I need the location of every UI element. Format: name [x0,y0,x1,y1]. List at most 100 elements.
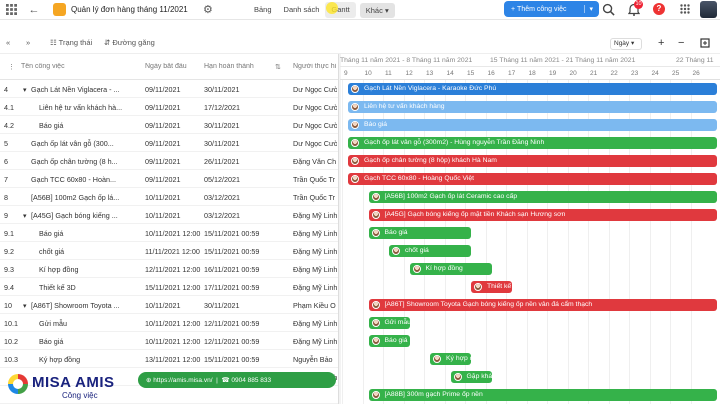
task-row[interactable]: 9.1 Báo giá 10/11/2021 12:00 15/11/2021 00:… [0,224,340,242]
gantt-task-bar[interactable]: Báo giá [368,335,410,347]
gantt-task-bar[interactable]: [A86T] Showroom Toyota Gạch bóng kiếng ố… [368,299,717,311]
day-label: 24 [651,70,659,77]
gantt-chart: Tháng 11 năm 2021 - 8 Tháng 11 năm 2021 1… [340,54,720,404]
gantt-bar-label: Gạch Lát Nền Viglacera - Karaoke Đức Phú [364,85,497,92]
task-id: 9.2 [4,247,14,256]
gantt-task-bar[interactable]: Gạch Lát Nền Viglacera - Karaoke Đức Phú [348,83,717,95]
assignee-avatar [351,157,359,165]
collapse-caret-icon[interactable]: ▾ [23,85,27,94]
fullscreen-icon[interactable] [700,38,710,48]
zoom-in-icon[interactable]: + [658,37,664,49]
task-owner: Đặng Mỹ Linh [293,247,337,256]
task-row[interactable]: 9.3 Kí hợp đồng 12/11/2021 12:00 16/11/2021… [0,260,340,278]
task-row[interactable]: ▾ 10 [A86T] Showroom Toyota ... 10/11/2021 3… [0,296,340,314]
task-row[interactable]: ▾ 9 [A45G] Gạch bóng kiếng ... 10/11/2021 03… [0,206,340,224]
app-grid-icon[interactable] [6,4,17,15]
week-header: Tháng 11 năm 2021 - 8 Tháng 11 năm 2021 1… [340,54,720,67]
user-avatar[interactable] [700,1,717,18]
gantt-task-bar[interactable]: Kí hợp đồng [409,263,492,275]
task-row[interactable]: 10.1 Gửi mẫu 10/11/2021 12:00 12/11/2021 00… [0,314,340,332]
gantt-task-bar[interactable]: Gặp khách hàng [450,371,492,383]
help-icon[interactable]: ? [653,3,665,15]
apps-icon[interactable] [680,4,690,14]
critical-path-toggle[interactable]: ⇵ Đường găng [104,38,155,47]
day-label: 12 [405,70,413,77]
chevron-down-icon[interactable]: ▾ [584,5,593,13]
task-due-date: 30/11/2021 [204,121,240,130]
task-row[interactable]: 4.2 Báo giá 09/11/2021 30/11/2021 Dư Ngọc Cư… [0,116,340,134]
tab-board[interactable]: Bảng [248,0,278,20]
column-header-start[interactable]: Ngày bắt đầu [145,63,187,70]
column-header-owner[interactable]: Người thực hi [293,63,337,70]
cursor-highlight [326,2,338,14]
gantt-task-bar[interactable]: Thiết kế 3D [471,281,512,293]
gantt-task-bar[interactable]: [A88B] 300m gạch Prime ốp nền [368,389,717,401]
gantt-task-bar[interactable]: Báo giá [368,227,471,239]
task-row[interactable]: 8 [A56B] 100m2 Gạch ốp lá... 10/11/2021 03/… [0,188,340,206]
more-label: Khác [365,5,383,15]
gantt-task-bar[interactable]: [A45G] Gạch bóng kiếng ốp mặt tiền Khách… [368,209,717,221]
task-row[interactable]: 4.1 Liên hệ tư vấn khách hà... 09/11/2021 1… [0,98,340,116]
gantt-task-bar[interactable]: Gạch ốp chân tường (8 hộp) khách Hà Nam [348,155,717,167]
project-title[interactable]: Quản lý đơn hàng tháng 11/2021 [71,5,188,14]
sort-icon[interactable]: ⇅ [275,63,281,71]
task-name: Thiết kế 3D [39,283,76,292]
task-row[interactable]: ▾ 4 Gạch Lát Nền Viglacera - ... 09/11/2021… [0,80,340,98]
day-label: 11 [385,70,392,77]
day-label: 26 [692,70,700,77]
task-owner: Đặng Mỹ Linh [293,211,337,220]
task-name: Báo giá [39,229,64,238]
task-row[interactable]: 10.2 Báo giá 10/11/2021 12:00 12/11/2021 00… [0,332,340,350]
task-id: 10.3 [4,355,18,364]
tab-more[interactable]: Khác ▾ [359,2,395,18]
gantt-task-bar[interactable]: Gạch ốp lát vân gỗ (300m2) - Hùng nguyễn… [348,137,717,149]
collapse-icon[interactable]: « [6,38,10,47]
task-id: 10.1 [4,319,18,328]
column-menu-icon[interactable]: ⋮ [8,63,15,71]
task-row[interactable]: 5 Gạch ốp lát vân gỗ (300... 09/11/2021 30/… [0,134,340,152]
gantt-task-bar[interactable]: [A56B] 100m2 Gạch ốp lát Ceramic cao cấp [368,191,717,203]
back-arrow-icon[interactable]: ← [27,3,41,17]
gantt-task-bar[interactable]: Liên hệ tư vấn khách hàng [348,101,717,113]
collapse-caret-icon[interactable]: ▾ [23,211,27,220]
task-row[interactable]: 9.2 chốt giá 11/11/2021 12:00 15/11/2021 00… [0,242,340,260]
gantt-task-bar[interactable]: chốt giá [389,245,471,257]
add-task-button[interactable]: + Thêm công việc ▾ [504,1,599,17]
zoom-out-icon[interactable]: − [678,37,684,49]
task-start-date: 09/11/2021 [145,85,181,94]
view-mode-select[interactable]: Ngày ▾ [610,38,642,50]
gantt-task-bar[interactable]: Ký hợp đồng [430,353,471,365]
day-label: 14 [446,70,454,77]
gantt-task-bar[interactable]: Báo giá [348,119,717,131]
day-label: 23 [631,70,639,77]
expand-icon[interactable]: » [26,38,30,47]
status-filter-label: Trạng thái [58,38,93,47]
task-id: 4.1 [4,103,14,112]
divider: | [212,376,222,384]
assignee-avatar [371,391,380,399]
gear-icon[interactable]: ⚙ [203,3,213,16]
gantt-task-bar[interactable]: Gạch TCC 60x80 - Hoàng Quốc Việt [348,173,717,185]
status-filter[interactable]: ☷ Trạng thái [50,38,92,47]
gantt-bar-label: [A45G] Gạch bóng kiếng ốp mặt tiền Khách… [384,211,566,218]
collapse-caret-icon[interactable]: ▾ [23,301,27,310]
gantt-bar-label: Báo giá [384,229,408,236]
gantt-bar-label: Gạch ốp chân tường (8 hộp) khách Hà Nam [364,157,497,164]
task-due-date: 30/11/2021 [204,301,240,310]
task-row[interactable]: 7 Gạch TCC 60x80 - Hoàn... 09/11/2021 05/12… [0,170,340,188]
task-owner: Phạm Kiều O [293,301,336,310]
tab-list[interactable]: Danh sách [278,0,326,20]
column-header-name[interactable]: Tên công việc [21,63,65,70]
task-start-date: 15/11/2021 12:00 [145,283,201,292]
task-row[interactable]: 6 Gạch ốp chân tường (8 h... 09/11/2021 26/… [0,152,340,170]
task-row[interactable]: 9.4 Thiết kế 3D 15/11/2021 12:00 17/11/2021… [0,278,340,296]
search-icon[interactable] [602,3,615,16]
website-text: https://amis.misa.vn/ [153,376,213,384]
assignee-avatar [351,139,359,147]
day-label: 19 [549,70,557,77]
week-label: 22 Tháng 11 [676,57,714,64]
column-header-due[interactable]: Hạn hoàn thành [204,63,254,70]
task-name: Gửi mẫu [39,319,67,328]
task-owner: Đặng Mỹ Linh [293,265,337,274]
gantt-task-bar[interactable]: Gửi mẫu [368,317,410,329]
